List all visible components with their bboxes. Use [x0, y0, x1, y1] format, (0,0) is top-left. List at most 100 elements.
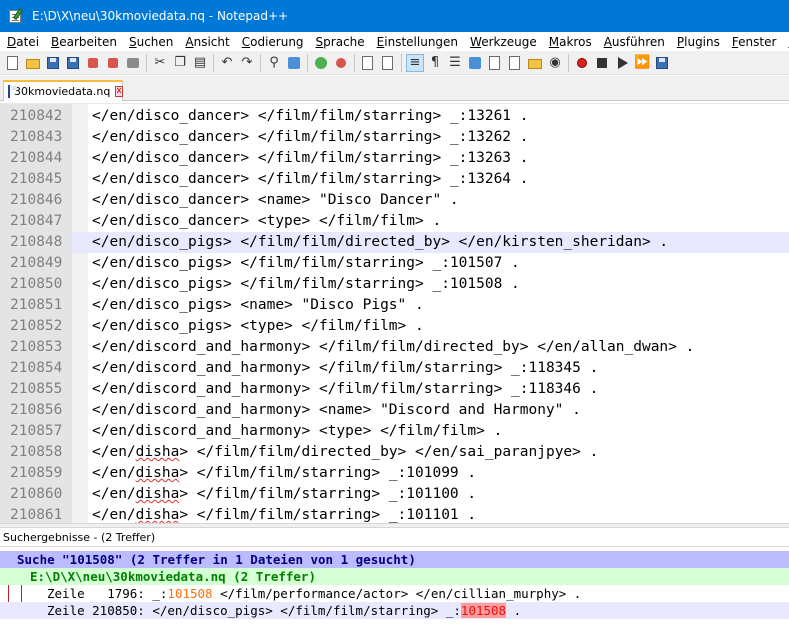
zoom-in-icon[interactable]: [313, 55, 329, 71]
code-line[interactable]: 210850 </en/disco_pigs> </film/film/starr…: [0, 274, 789, 295]
paste-icon[interactable]: ▤: [192, 55, 208, 71]
toolbar-separator: [354, 53, 355, 72]
macro-record-icon[interactable]: [574, 55, 590, 71]
line-number: 210842: [0, 106, 72, 127]
cut-icon[interactable]: ✂: [152, 55, 168, 71]
macro-run-multiple-icon[interactable]: ⏩: [634, 55, 650, 71]
search-hit-row[interactable]: Zeile 1796: _:101508 </film/performance/…: [0, 585, 789, 602]
monitoring-icon[interactable]: ◉: [547, 55, 563, 71]
macro-stop-icon[interactable]: [594, 55, 610, 71]
menu-item-7[interactable]: Werkzeuge: [463, 35, 542, 49]
folder-workspace-icon[interactable]: [527, 55, 543, 71]
zoom-out-icon[interactable]: [333, 55, 349, 71]
line-text: </en/discord_and_harmony> </film/film/di…: [92, 339, 695, 355]
search-hit-row[interactable]: Zeile 210850: </en/disco_pigs> </film/fi…: [0, 602, 789, 619]
code-line[interactable]: 210846 </en/disco_dancer> <name> "Disco D…: [0, 190, 789, 211]
menu-item-label: nsicht: [193, 34, 230, 49]
indent-guide-icon[interactable]: ☰: [447, 55, 463, 71]
search-summary-line[interactable]: Suche "101508" (2 Treffer in 1 Dateien v…: [0, 551, 789, 568]
code-line[interactable]: 210857 </en/discord_and_harmony> <type> <…: [0, 421, 789, 442]
search-file-line[interactable]: E:\D\X\neu\30kmoviedata.nq (2 Treffer): [0, 568, 789, 585]
save-all-icon[interactable]: [65, 55, 81, 71]
menu-item-11[interactable]: Fenster: [725, 35, 782, 49]
line-text: </en/discord_and_harmony> </film/film/st…: [92, 360, 599, 376]
menu-item-6[interactable]: Einstellungen: [370, 35, 463, 49]
macro-save-icon[interactable]: [654, 55, 670, 71]
menu-item-9[interactable]: Ausführen: [597, 35, 670, 49]
udl-icon[interactable]: [467, 55, 483, 71]
undo-icon[interactable]: ↶: [219, 55, 235, 71]
code-line[interactable]: 210848 </en/disco_pigs> </film/film/direc…: [0, 232, 789, 253]
function-list-icon[interactable]: [507, 55, 523, 71]
line-number: 210854: [0, 358, 72, 379]
code-line[interactable]: 210854 </en/discord_and_harmony> </film/f…: [0, 358, 789, 379]
code-line[interactable]: 210855 </en/discord_and_harmony> </film/f…: [0, 379, 789, 400]
menu-item-10[interactable]: Plugins: [670, 35, 725, 49]
hit-suffix: </film/performance/actor> </en/cillian_m…: [212, 586, 582, 601]
line-number: 210846: [0, 190, 72, 211]
toolbar-separator: [307, 53, 308, 72]
code-line[interactable]: 210851 </en/disco_pigs> <name> "Disco Pig…: [0, 295, 789, 316]
sync-vertical-icon[interactable]: [360, 55, 376, 71]
menu-item-label: earbeiten: [59, 34, 117, 49]
line-text: </en/disco_dancer> <type> </film/film> .: [92, 213, 442, 229]
tab-30kmoviedata[interactable]: 30kmoviedata.nq x: [3, 80, 123, 101]
print-icon[interactable]: [125, 55, 141, 71]
line-text: </en/disco_dancer> </film/film/starring>…: [92, 108, 529, 124]
macro-play-icon[interactable]: [614, 55, 630, 71]
code-line[interactable]: 210847 </en/disco_dancer> <type> </film/f…: [0, 211, 789, 232]
code-line[interactable]: 210849 </en/disco_pigs> </film/film/starr…: [0, 253, 789, 274]
code-line[interactable]: 210843 </en/disco_dancer> </film/film/sta…: [0, 127, 789, 148]
toolbar: ✂ ❐ ▤ ↶ ↷ ⚲ ≡ ¶ ☰ ◉ ⏩: [0, 51, 789, 75]
sync-horizontal-icon[interactable]: [380, 55, 396, 71]
line-text: </en/disha> </film/film/starring> _:1011…: [92, 507, 477, 523]
editor-area[interactable]: 210842 </en/disco_dancer> </film/film/sta…: [0, 103, 789, 523]
line-number: 210859: [0, 463, 72, 484]
menu-item-8[interactable]: Makros: [542, 35, 597, 49]
search-results-panel[interactable]: Suche "101508" (2 Treffer in 1 Dateien v…: [0, 548, 789, 641]
menu-item-2[interactable]: Suchen: [122, 35, 178, 49]
code-line[interactable]: 210845 </en/disco_dancer> </film/film/sta…: [0, 169, 789, 190]
code-line[interactable]: 210853 </en/discord_and_harmony> </film/f…: [0, 337, 789, 358]
word-wrap-icon[interactable]: ≡: [406, 53, 424, 72]
menu-item-4[interactable]: Codierung: [235, 35, 309, 49]
find-icon[interactable]: ⚲: [266, 55, 282, 71]
menu-item-mnemonic: D: [7, 34, 17, 49]
menu-item-5[interactable]: Sprache: [309, 35, 370, 49]
code-line[interactable]: 210842 </en/disco_dancer> </film/film/sta…: [0, 106, 789, 127]
code-line[interactable]: 210858 </en/disha> </film/film/directed_b…: [0, 442, 789, 463]
menu-item-label: prache: [323, 34, 365, 49]
line-number: 210849: [0, 253, 72, 274]
menu-item-0[interactable]: Datei: [0, 35, 44, 49]
menu-item-3[interactable]: Ansicht: [178, 35, 234, 49]
line-number: 210843: [0, 127, 72, 148]
close-file-icon[interactable]: [85, 55, 101, 71]
copy-icon[interactable]: ❐: [172, 55, 188, 71]
code-line[interactable]: 210859 </en/disha> </film/film/starring> …: [0, 463, 789, 484]
menu-item-1[interactable]: Bearbeiten: [44, 35, 122, 49]
hit-prefix: Zeile 1796: _:: [47, 586, 168, 601]
spelling-error-marker: disha: [135, 486, 180, 502]
menu-item-mnemonic: A: [185, 34, 194, 49]
save-icon[interactable]: [45, 55, 61, 71]
replace-icon[interactable]: [286, 55, 302, 71]
show-all-chars-icon[interactable]: ¶: [427, 55, 443, 71]
menu-item-mnemonic: W: [470, 34, 482, 49]
code-line[interactable]: 210844 </en/disco_dancer> </film/film/sta…: [0, 148, 789, 169]
redo-icon[interactable]: ↷: [239, 55, 255, 71]
new-file-icon[interactable]: [5, 55, 21, 71]
line-text: </en/disha> </film/film/starring> _:1010…: [92, 465, 477, 481]
close-tab-icon[interactable]: x: [115, 86, 123, 97]
open-file-icon[interactable]: [25, 55, 41, 71]
menu-item-12[interactable]: ?: [781, 35, 789, 49]
menu-item-mnemonic: A: [603, 34, 612, 49]
line-number: 210847: [0, 211, 72, 232]
code-line[interactable]: 210856 </en/discord_and_harmony> <name> "…: [0, 400, 789, 421]
line-text: </en/disco_pigs> <name> "Disco Pigs" .: [92, 297, 424, 313]
line-text: </en/discord_and_harmony> <name> "Discor…: [92, 402, 581, 418]
code-line[interactable]: 210852 </en/disco_pigs> <type> </film/fil…: [0, 316, 789, 337]
doc-map-icon[interactable]: [487, 55, 503, 71]
close-all-icon[interactable]: [105, 55, 121, 71]
code-line[interactable]: 210861 </en/disha> </film/film/starring> …: [0, 505, 789, 523]
code-line[interactable]: 210860 </en/disha> </film/film/starring> …: [0, 484, 789, 505]
